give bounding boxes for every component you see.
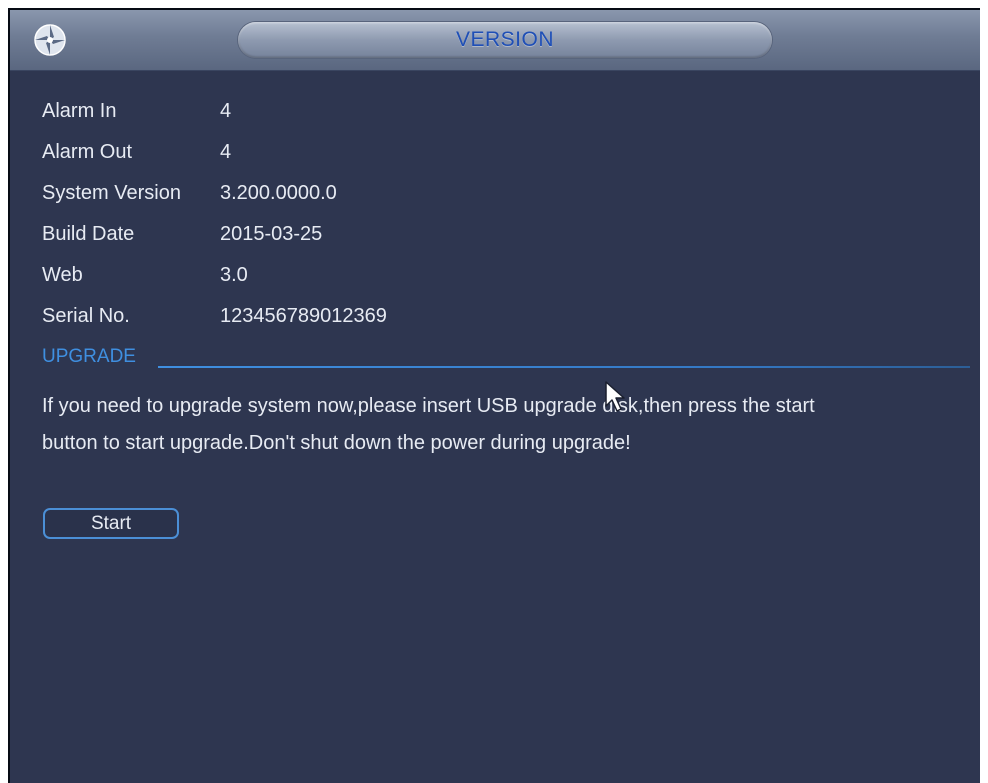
serial-no-value: 123456789012369	[220, 304, 387, 327]
info-row-alarm-out: Alarm Out 4	[42, 137, 231, 167]
alarm-out-value: 4	[220, 140, 232, 163]
serial-no-label: Serial No.	[42, 304, 130, 327]
info-row-build-date: Build Date 2015-03-25	[42, 219, 322, 249]
upgrade-message-line-1: If you need to upgrade system now,please…	[42, 395, 815, 417]
build-date-value: 2015-03-25	[220, 222, 323, 245]
screen: VERSION Alarm In 4 Alarm Out 4 System Ve…	[8, 8, 980, 783]
start-upgrade-button[interactable]: Start	[43, 508, 179, 539]
title-bar: VERSION	[10, 10, 980, 71]
title-pill: VERSION	[238, 22, 772, 58]
window-title: VERSION	[455, 28, 555, 51]
mouse-pointer-icon	[604, 380, 630, 414]
alarm-in-label: Alarm In	[42, 99, 117, 122]
info-row-system-version: System Version 3.200.0000.0	[42, 178, 337, 208]
alarm-in-value: 4	[220, 99, 232, 122]
info-row-alarm-in: Alarm In 4	[42, 96, 231, 126]
info-row-serial-no: Serial No. 123456789012369	[42, 301, 387, 331]
upgrade-section-title: UPGRADE	[42, 346, 136, 367]
upgrade-message: If you need to upgrade system now,please…	[42, 388, 972, 462]
upgrade-section-divider	[158, 366, 970, 368]
alarm-out-label: Alarm Out	[42, 140, 133, 163]
web-label: Web	[42, 263, 83, 286]
info-row-web: Web 3.0	[42, 260, 248, 290]
web-value: 3.0	[220, 263, 248, 286]
version-window: VERSION Alarm In 4 Alarm Out 4 System Ve…	[10, 10, 980, 783]
build-date-label: Build Date	[42, 222, 135, 245]
system-version-value: 3.200.0000.0	[220, 181, 337, 204]
system-version-label: System Version	[42, 181, 181, 204]
logo-icon	[30, 20, 70, 60]
upgrade-message-line-2: button to start upgrade.Don't shut down …	[42, 432, 631, 454]
